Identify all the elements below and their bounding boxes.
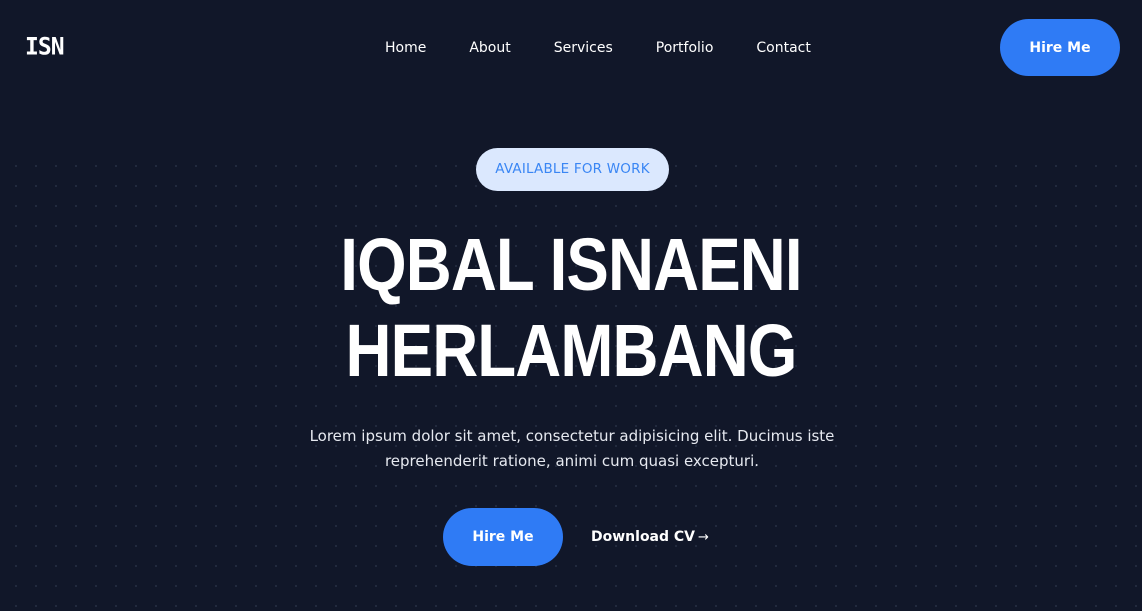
hero-hire-me-button[interactable]: Hire Me [443, 508, 563, 566]
arrow-right-icon: → [698, 530, 709, 545]
main-nav: Home About Services Portfolio Contact [385, 37, 854, 59]
availability-badge: AVAILABLE FOR WORK [476, 148, 669, 191]
nav-services[interactable]: Services [554, 37, 613, 59]
hero-title-line-2: HERLAMBANG [345, 309, 798, 392]
download-cv-label: Download CV [591, 529, 696, 545]
nav-home[interactable]: Home [385, 37, 426, 59]
site-logo[interactable]: ISN [25, 31, 65, 63]
nav-about[interactable]: About [469, 37, 510, 59]
nav-contact[interactable]: Contact [756, 37, 810, 59]
portfolio-landing-page: ISN Home About Services Portfolio Contac… [0, 0, 1142, 611]
hero-description: Lorem ipsum dolor sit amet, consectetur … [309, 427, 835, 470]
header-hire-me-button[interactable]: Hire Me [1000, 19, 1120, 76]
hero-title: IQBAL ISNAENI HERLAMBANG [0, 222, 1142, 394]
hero-title-line-1: IQBAL ISNAENI [340, 223, 802, 306]
download-cv-link[interactable]: Download CV → [591, 527, 709, 548]
nav-portfolio[interactable]: Portfolio [656, 37, 714, 59]
